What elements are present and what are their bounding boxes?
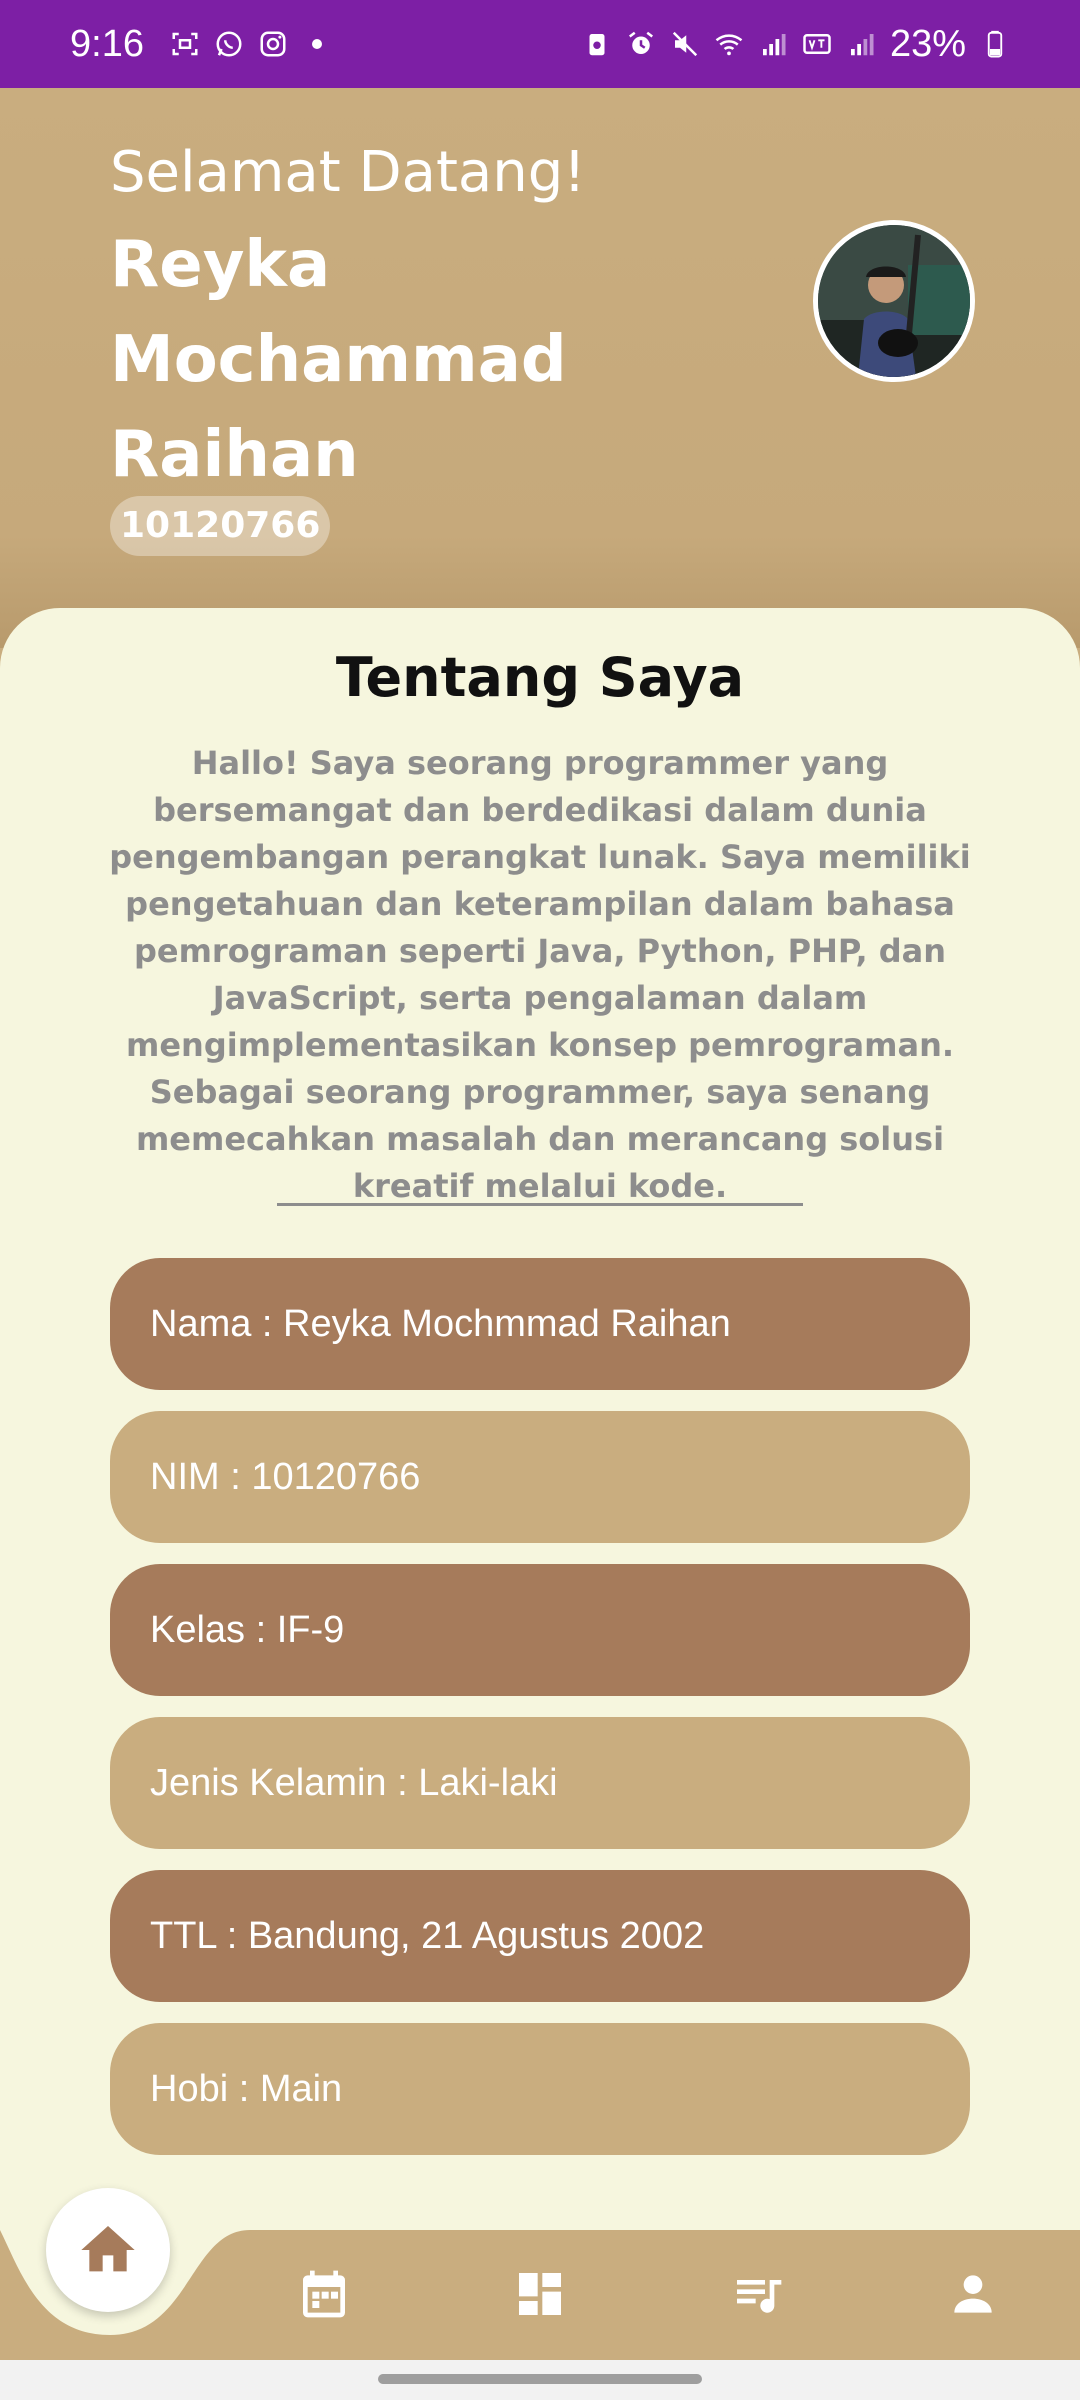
system-icons: 23% [582, 23, 1010, 66]
info-item-nim: NIM : 10120766 [110, 1411, 970, 1543]
info-item-ttl: TTL : Bandung, 21 Agustus 2002 [110, 1870, 970, 2002]
battery-icon [987, 30, 1003, 58]
mute-icon [672, 31, 698, 57]
notification-icons [170, 29, 332, 59]
nav-playlist-button[interactable] [730, 2266, 786, 2322]
gesture-handle[interactable] [378, 2374, 702, 2384]
whatsapp-icon [216, 31, 242, 57]
alarm-icon [628, 31, 653, 54]
about-card: Tentang Saya Hallo! Saya seorang program… [0, 608, 1080, 2400]
bottom-nav [0, 2188, 1080, 2360]
welcome-text: Selamat Datang! [110, 140, 586, 205]
nav-dashboard-button[interactable] [512, 2266, 568, 2322]
signal-icon [850, 34, 874, 56]
nim-badge: 10120766 [110, 496, 331, 556]
signal-icon [762, 34, 786, 56]
avatar-image [818, 225, 970, 377]
dot-icon [311, 39, 322, 49]
about-title: Tentang Saya [335, 646, 745, 709]
info-item-hobi: Hobi : Main [110, 2023, 970, 2155]
nav-profile-button[interactable] [945, 2266, 1001, 2322]
home-icon [81, 2226, 135, 2272]
person-icon [954, 2275, 992, 2313]
info-item-nama: Nama : Reyka Mochmmad Raihan [110, 1258, 970, 1390]
wifi-icon [715, 34, 743, 56]
about-text: Hallo! Saya seorang programmer yang bers… [109, 744, 971, 1205]
status-time: 9:16 [70, 22, 144, 65]
battery-percent: 23% [889, 22, 966, 65]
status-bar: 9:16 23% [0, 0, 1080, 88]
instagram-icon [260, 31, 286, 57]
info-list: Nama : Reyka Mochmmad Raihan NIM : 10120… [110, 1258, 970, 2176]
info-item-jenis-kelamin: Jenis Kelamin : Laki-laki [110, 1717, 970, 1849]
dashboard-icon [519, 2273, 561, 2315]
volte-icon [803, 34, 831, 54]
profile-header: Selamat Datang! Reyka Mochammad Raihan 1… [0, 88, 1080, 648]
screenshot-icon [172, 32, 198, 56]
calendar-icon [303, 2270, 345, 2318]
playlist-icon [737, 2280, 782, 2313]
divider [277, 1203, 803, 1206]
gesture-area [0, 2360, 1080, 2400]
battery-saver-icon [589, 34, 605, 56]
avatar[interactable] [813, 220, 975, 382]
user-name: Reyka Mochammad Raihan [110, 228, 567, 492]
info-item-kelas: Kelas : IF-9 [110, 1564, 970, 1696]
nav-calendar-button[interactable] [296, 2266, 352, 2322]
nav-home-button[interactable] [46, 2188, 170, 2312]
